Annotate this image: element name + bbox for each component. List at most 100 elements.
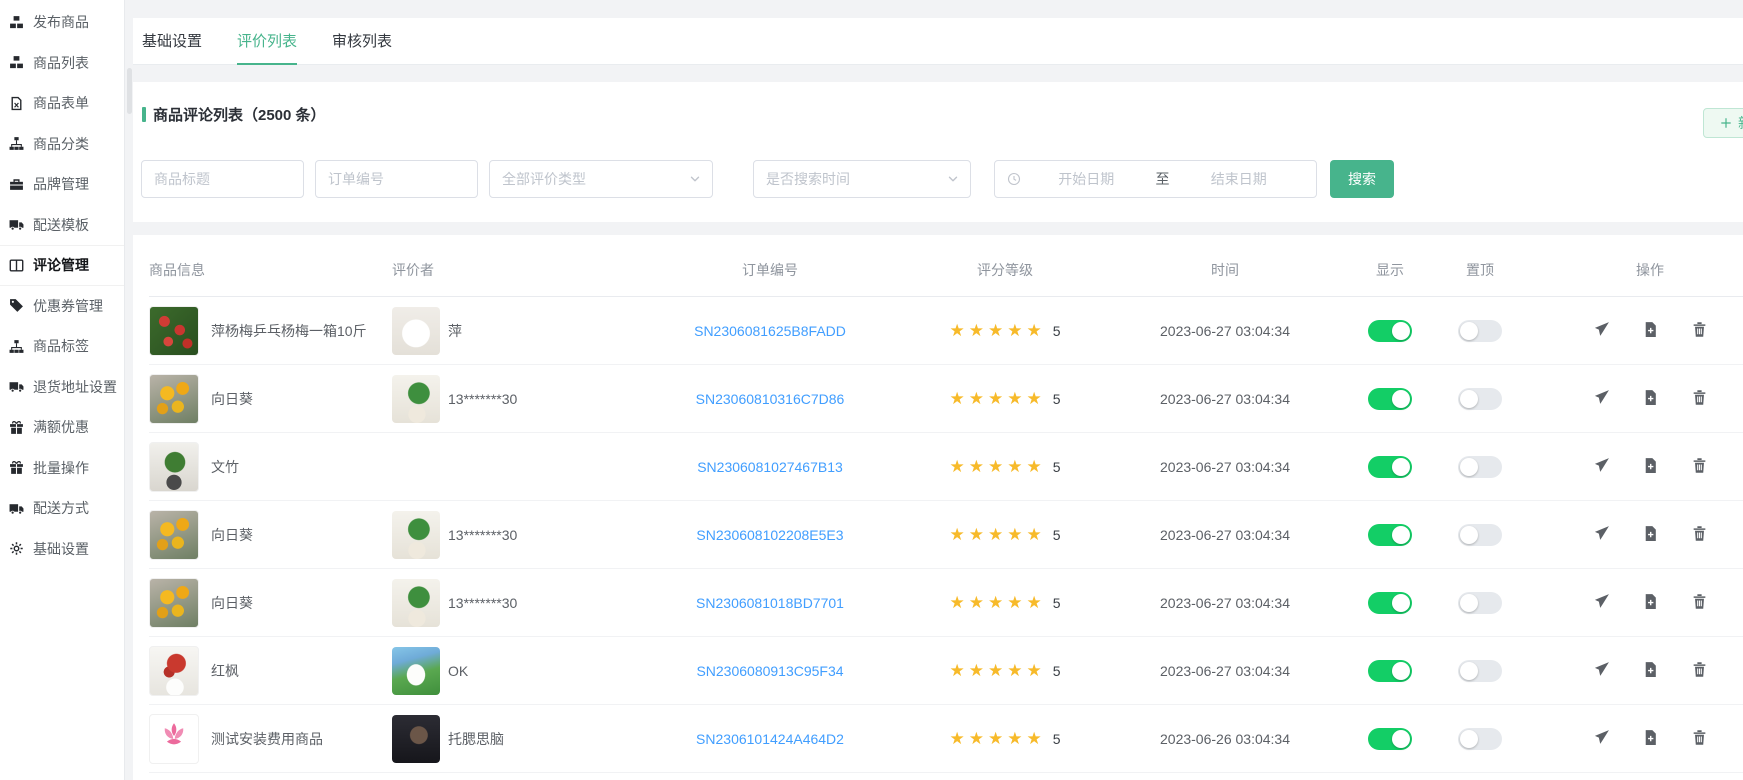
top-toggle[interactable] — [1458, 524, 1502, 546]
send-button[interactable] — [1593, 457, 1610, 477]
file-add-button[interactable] — [1642, 593, 1659, 613]
sidebar-item[interactable]: 满额优惠 — [0, 407, 124, 448]
order-number-link[interactable]: SN230608102208E5E3 — [696, 527, 843, 543]
product-name: 红枫 — [211, 661, 239, 681]
table-card: 商品信息 评价者 订单编号 评分等级 时间 显示 置顶 操作 萍杨梅乒乓杨梅一箱… — [133, 235, 1743, 780]
product-name: 测试安装费用商品 — [211, 729, 323, 749]
delete-button[interactable] — [1691, 321, 1708, 341]
tag-icon — [9, 298, 24, 313]
file-add-button[interactable] — [1642, 661, 1659, 681]
send-button[interactable] — [1593, 525, 1610, 545]
review-type-select[interactable]: 全部评价类型 — [489, 160, 713, 198]
top-toggle[interactable] — [1458, 388, 1502, 410]
file-add-button[interactable] — [1642, 389, 1659, 409]
tab[interactable]: 审核列表 — [332, 18, 392, 65]
file-add-button[interactable] — [1642, 729, 1659, 749]
title-accent-bar — [142, 107, 146, 122]
delete-button[interactable] — [1691, 525, 1708, 545]
review-type-value: 全部评价类型 — [502, 169, 586, 189]
show-toggle[interactable] — [1368, 320, 1412, 342]
search-button[interactable]: 搜索 — [1330, 160, 1394, 198]
chevron-down-icon — [688, 172, 702, 186]
delete-button[interactable] — [1691, 729, 1708, 749]
sidebar-item[interactable]: 优惠券管理 — [0, 286, 124, 327]
cubes-icon — [9, 15, 24, 30]
search-time-select[interactable]: 是否搜索时间 — [753, 160, 971, 198]
sidebar-item[interactable]: 商品标签 — [0, 326, 124, 367]
sidebar-item[interactable]: 配送方式 — [0, 488, 124, 529]
show-toggle[interactable] — [1368, 456, 1412, 478]
sidebar-item[interactable]: 商品列表 — [0, 43, 124, 84]
order-no-input[interactable] — [315, 160, 478, 198]
send-button[interactable] — [1593, 729, 1610, 749]
start-date-input[interactable]: 开始日期 — [1021, 169, 1152, 189]
rating-value: 5 — [1053, 731, 1061, 747]
table-body: 萍杨梅乒乓杨梅一箱10斤 萍 SN2306081625B8FADD ★★★★★ … — [149, 297, 1743, 773]
send-button[interactable] — [1593, 321, 1610, 341]
delete-button[interactable] — [1691, 593, 1708, 613]
table-row: 红枫 OK SN2306080913C95F34 ★★★★★ 5 2023-0 — [149, 637, 1743, 705]
end-date-input[interactable]: 结束日期 — [1174, 169, 1305, 189]
sidebar-item[interactable]: 品牌管理 — [0, 164, 124, 205]
tab[interactable]: 基础设置 — [142, 18, 202, 65]
review-time: 2023-06-27 03:04:34 — [1160, 527, 1290, 543]
reviewer-name: OK — [448, 663, 468, 679]
add-button[interactable]: 新增 — [1703, 108, 1743, 138]
review-time: 2023-06-27 03:04:34 — [1160, 323, 1290, 339]
sidebar-item[interactable]: 批量操作 — [0, 448, 124, 489]
sidebar-item[interactable]: 发布商品 — [0, 2, 124, 43]
show-toggle[interactable] — [1368, 592, 1412, 614]
show-toggle[interactable] — [1368, 524, 1412, 546]
truck-icon — [9, 379, 24, 394]
add-button-label: 新增 — [1738, 113, 1743, 133]
order-number-link[interactable]: SN23060810316C7D86 — [696, 391, 845, 407]
rating-value: 5 — [1053, 323, 1061, 339]
top-toggle[interactable] — [1458, 456, 1502, 478]
product-image — [149, 646, 199, 696]
tab[interactable]: 评价列表 — [237, 18, 297, 65]
delete-button[interactable] — [1691, 389, 1708, 409]
send-button[interactable] — [1593, 389, 1610, 409]
filter-card: 商品评论列表（2500 条） 新增 全部评价类型 是否搜索时间 开始日期 至 结… — [133, 82, 1743, 222]
delete-button[interactable] — [1691, 661, 1708, 681]
send-button[interactable] — [1593, 661, 1610, 681]
order-number-link[interactable]: SN2306101424A464D2 — [696, 731, 844, 747]
top-toggle[interactable] — [1458, 728, 1502, 750]
order-number-link[interactable]: SN2306081625B8FADD — [694, 323, 846, 339]
order-number-link[interactable]: SN2306081027467B13 — [697, 459, 843, 475]
show-toggle[interactable] — [1368, 660, 1412, 682]
send-button[interactable] — [1593, 593, 1610, 613]
product-image — [149, 306, 199, 356]
date-range-picker[interactable]: 开始日期 至 结束日期 — [994, 160, 1317, 198]
table-row: 向日葵 13*******30 SN23060810316C7D86 ★★★★★… — [149, 365, 1743, 433]
top-toggle[interactable] — [1458, 592, 1502, 614]
product-name: 向日葵 — [211, 525, 253, 545]
sidebar-item[interactable]: 评论管理 — [0, 245, 124, 286]
delete-button[interactable] — [1691, 457, 1708, 477]
file-plus-icon — [1642, 661, 1659, 681]
sidebar-scrollbar-thumb[interactable] — [127, 68, 132, 114]
date-separator: 至 — [1152, 169, 1174, 189]
paper-plane-icon — [1593, 457, 1610, 477]
file-add-button[interactable] — [1642, 525, 1659, 545]
table-row: 萍杨梅乒乓杨梅一箱10斤 萍 SN2306081625B8FADD ★★★★★ … — [149, 297, 1743, 365]
top-toggle[interactable] — [1458, 320, 1502, 342]
sidebar-item[interactable]: 基础设置 — [0, 529, 124, 570]
show-toggle[interactable] — [1368, 388, 1412, 410]
order-number-link[interactable]: SN2306080913C95F34 — [696, 663, 843, 679]
reviewer-avatar — [392, 579, 440, 627]
order-number-link[interactable]: SN2306081018BD7701 — [696, 595, 844, 611]
show-toggle[interactable] — [1368, 728, 1412, 750]
sidebar-item-label: 商品分类 — [33, 134, 89, 154]
sidebar-item-label: 满额优惠 — [33, 417, 89, 437]
reviewer-name: 13*******30 — [448, 527, 517, 543]
search-time-value: 是否搜索时间 — [766, 169, 850, 189]
file-add-button[interactable] — [1642, 457, 1659, 477]
product-title-input[interactable] — [141, 160, 304, 198]
top-toggle[interactable] — [1458, 660, 1502, 682]
sidebar-item[interactable]: 商品表单 — [0, 83, 124, 124]
file-add-button[interactable] — [1642, 321, 1659, 341]
sidebar-item[interactable]: 配送模板 — [0, 205, 124, 246]
sidebar-item[interactable]: 退货地址设置 — [0, 367, 124, 408]
sidebar-item[interactable]: 商品分类 — [0, 124, 124, 165]
